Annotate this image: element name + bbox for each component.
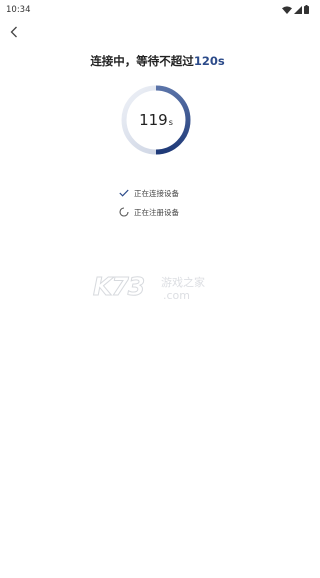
status-bar: 10:34 xyxy=(0,0,315,22)
watermark: K73 游戏之家 .com xyxy=(92,272,223,306)
connection-steps: 正在连接设备 正在注册设备 xyxy=(118,187,179,225)
watermark-domain: .com xyxy=(163,289,190,302)
status-time: 10:34 xyxy=(6,5,31,15)
step-label: 正在注册设备 xyxy=(134,207,179,217)
signal-icon xyxy=(294,5,302,14)
chevron-left-icon xyxy=(10,23,18,42)
back-button[interactable] xyxy=(4,22,24,42)
watermark-logo: K73 xyxy=(92,272,145,302)
wifi-icon xyxy=(282,5,292,14)
step-register: 正在注册设备 xyxy=(118,206,179,218)
step-connect: 正在连接设备 xyxy=(118,187,179,199)
timer-readout: 119 s xyxy=(121,85,191,155)
title-highlight: 120s xyxy=(193,54,225,68)
timer-value: 119 xyxy=(139,111,168,129)
title-prefix: 连接中，等待不超过 xyxy=(90,54,194,68)
spinner-icon xyxy=(118,207,129,218)
battery-icon xyxy=(304,5,309,14)
timer-unit: s xyxy=(168,118,173,127)
step-label: 正在连接设备 xyxy=(134,188,179,198)
watermark-text: 游戏之家 xyxy=(161,276,205,289)
check-icon xyxy=(118,188,129,199)
page-title: 连接中，等待不超过120s xyxy=(0,53,315,69)
status-icons xyxy=(282,5,309,14)
countdown-timer: 119 s xyxy=(121,85,191,155)
